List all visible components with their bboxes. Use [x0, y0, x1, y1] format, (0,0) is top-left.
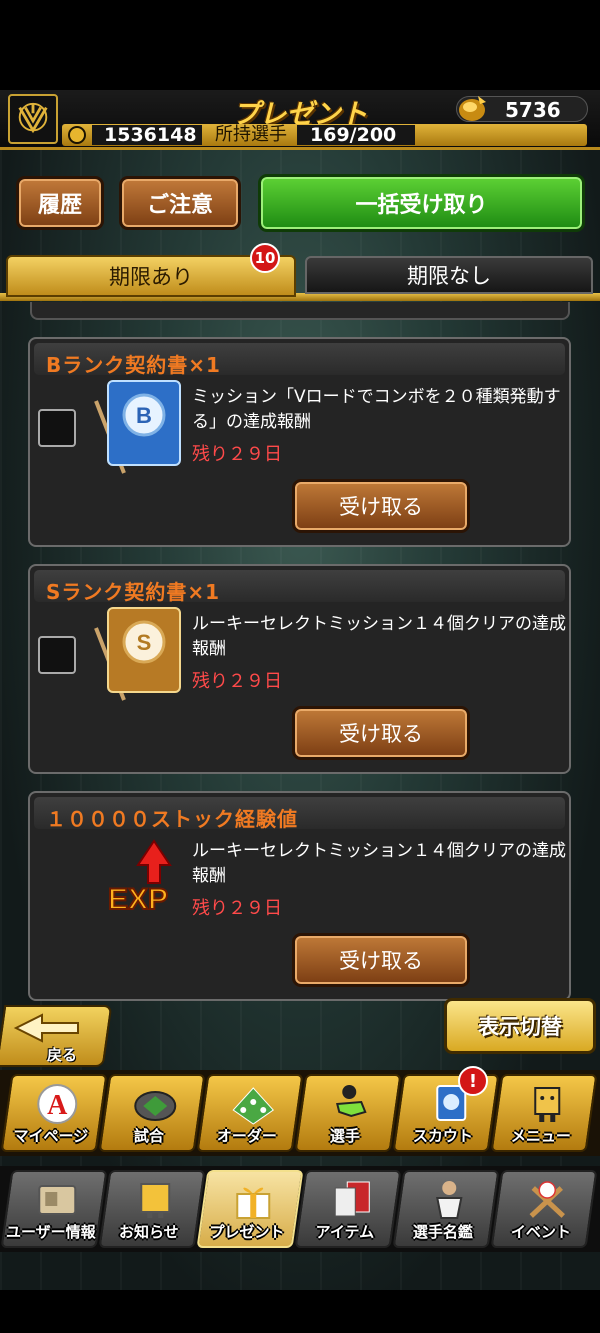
- coin-value: 1536148: [104, 124, 197, 146]
- card-title: Sランク契約書×1: [46, 580, 221, 604]
- header-bar: プレゼント 5736 1536148 所持選手 169/200: [0, 90, 600, 150]
- present-card: １００００ストック経験値 EXP ルーキーセレクトミッション１４個クリアの達成報…: [28, 791, 571, 1001]
- card-header: Sランク契約書×1: [34, 570, 565, 604]
- order-field-icon: [232, 1087, 275, 1125]
- nav-label: ユーザー情報: [5, 1223, 96, 1241]
- players-label: 所持選手: [215, 124, 287, 145]
- nav-label: 選手名鑑: [412, 1223, 473, 1241]
- nav-menu[interactable]: メニュー: [490, 1074, 598, 1152]
- card-title: １００００ストック経験値: [46, 807, 298, 831]
- svg-text:B: B: [136, 403, 152, 428]
- nav-label: マイページ: [13, 1127, 89, 1145]
- nav-label: メニュー: [510, 1127, 571, 1145]
- secondary-nav: ユーザー情報 お知らせ プレゼント アイテム 選手名鑑 イベント: [0, 1166, 600, 1252]
- nav-event[interactable]: イベント: [490, 1170, 598, 1248]
- nav-player-directory[interactable]: 選手名鑑: [392, 1170, 500, 1248]
- player-icon: [336, 1085, 367, 1118]
- tab-unlimited[interactable]: 期限なし: [305, 256, 593, 294]
- gold-value: 5736: [505, 98, 561, 122]
- nav-present[interactable]: プレゼント: [196, 1170, 304, 1248]
- tab-count-badge: 10: [250, 243, 280, 273]
- select-checkbox[interactable]: [38, 636, 76, 674]
- receive-all-button[interactable]: 一括受け取り: [258, 174, 585, 232]
- svg-text:EXP: EXP: [108, 883, 168, 916]
- menu-icon: [534, 1087, 561, 1122]
- exp-icon: EXP: [107, 839, 172, 917]
- card-description: ルーキーセレクトミッション１４個クリアの達成報酬: [192, 614, 566, 659]
- item-icon: [334, 1181, 370, 1217]
- nav-player[interactable]: 選手: [294, 1074, 402, 1152]
- nav-game[interactable]: 試合: [98, 1074, 206, 1152]
- remaining-days: 残り２９日: [192, 444, 282, 465]
- player-directory-icon: [436, 1181, 463, 1219]
- history-button[interactable]: 履歴: [16, 176, 104, 230]
- scout-alert-badge: !: [458, 1066, 488, 1096]
- select-checkbox[interactable]: [38, 409, 76, 447]
- nav-item[interactable]: アイテム: [294, 1170, 402, 1248]
- notice-button[interactable]: ご注意: [119, 176, 241, 230]
- card-header: Bランク契約書×1: [34, 343, 565, 377]
- card-header: １００００ストック経験値: [34, 797, 565, 831]
- svg-text:A: A: [47, 1090, 68, 1121]
- mypage-icon: A: [37, 1084, 78, 1124]
- card-title: Bランク契約書×1: [46, 353, 221, 377]
- nav-label: イベント: [510, 1223, 571, 1241]
- toggle-view-button[interactable]: 表示切替: [444, 998, 596, 1054]
- nav-label: スカウト: [412, 1127, 473, 1145]
- card-description: ルーキーセレクトミッション１４個クリアの達成報酬: [192, 841, 566, 886]
- coin-icon: [68, 126, 86, 144]
- card-description: ミッション「Vロードでコンボを２０種類発動する」の達成報酬: [192, 387, 561, 432]
- present-icon: [236, 1187, 271, 1219]
- receive-button[interactable]: 受け取る: [292, 479, 470, 533]
- nav-label: アイテム: [315, 1223, 375, 1241]
- previous-card-edge: [30, 302, 570, 320]
- nav-user-info[interactable]: ユーザー情報: [0, 1170, 108, 1248]
- user-info-icon: [38, 1185, 77, 1215]
- nav-label: プレゼント: [209, 1223, 285, 1241]
- gold-bag-icon: [459, 96, 486, 121]
- remaining-days: 残り２９日: [192, 898, 282, 919]
- nav-label: オーダー: [216, 1127, 277, 1145]
- nav-label: 試合: [133, 1127, 164, 1145]
- players-value: 169/200: [310, 124, 397, 146]
- b-rank-contract-icon: B: [94, 380, 181, 474]
- event-icon: [529, 1181, 565, 1218]
- s-rank-contract-icon: S: [94, 607, 181, 701]
- team-logo-icon[interactable]: [8, 94, 58, 144]
- nav-mypage[interactable]: A マイページ: [0, 1074, 108, 1152]
- back-label: 戻る: [47, 1046, 78, 1064]
- remaining-days: 残り２９日: [192, 671, 282, 692]
- present-card: Bランク契約書×1 B ミッション「Vロードでコンボを２０種類発動する」の達成報…: [28, 337, 571, 547]
- stadium-icon: [134, 1091, 177, 1121]
- nav-label: 選手: [329, 1127, 360, 1145]
- receive-button[interactable]: 受け取る: [292, 933, 470, 987]
- svg-text:S: S: [137, 630, 152, 655]
- receive-button[interactable]: 受け取る: [292, 706, 470, 760]
- nav-label: お知らせ: [118, 1223, 179, 1241]
- present-card: Sランク契約書×1 S ルーキーセレクトミッション１４個クリアの達成報酬 残り２…: [28, 564, 571, 774]
- back-arrow-icon: [13, 1013, 79, 1043]
- notice-icon: [140, 1183, 171, 1218]
- nav-notice[interactable]: お知らせ: [98, 1170, 206, 1248]
- primary-nav: A マイページ 試合 オーダー 選手 スカウト メニュー: [0, 1070, 600, 1156]
- nav-order[interactable]: オーダー: [196, 1074, 304, 1152]
